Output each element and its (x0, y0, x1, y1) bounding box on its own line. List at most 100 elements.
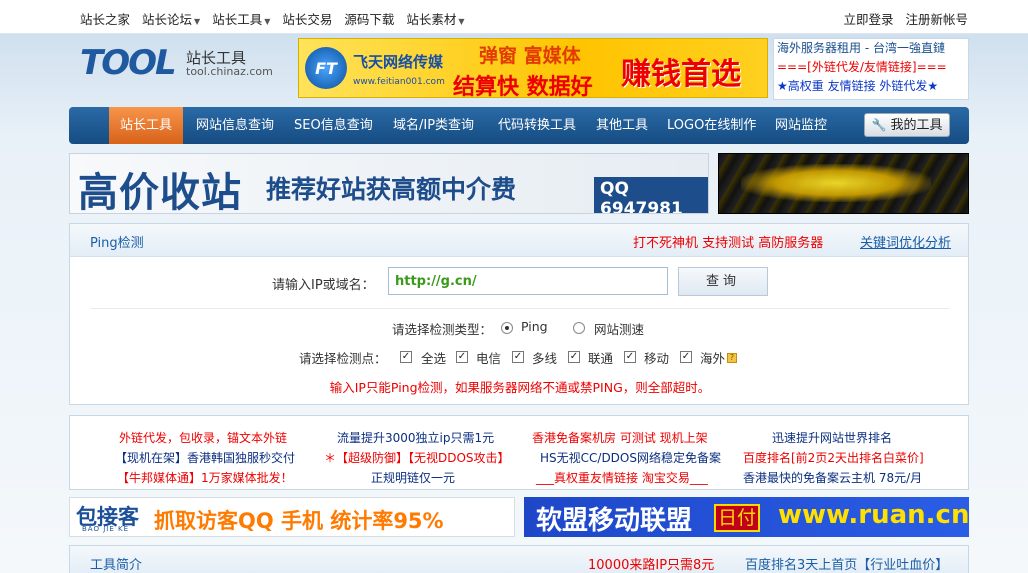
my-tools-button[interactable]: 🔧 我的工具 (864, 113, 950, 137)
logo-domain: tool.chinaz.com (186, 65, 273, 78)
text-ad-link[interactable]: 流量提升3000独立ip只需1元 (337, 429, 494, 446)
checkbox-telecom-label[interactable]: 电信 (476, 348, 501, 367)
text-ad-link[interactable]: 百度排名[前2页2天出排名白菜价] (743, 449, 924, 466)
text-ad-link[interactable]: 【现机在架】香港韩国独服秒交付 (115, 449, 295, 466)
checkbox-unicom-label[interactable]: 联通 (588, 348, 613, 367)
check-type-row: 请选择检测类型： Ping 网站测速 (70, 319, 970, 339)
top-nav-item-home[interactable]: 站长之家 (80, 9, 130, 28)
right-ad-line2[interactable]: ===[外链代发/友情链接]=== (774, 58, 968, 77)
divider (90, 308, 950, 309)
main-nav-item-tools[interactable]: 站长工具 (109, 107, 184, 144)
text-ad-link[interactable]: 香港免备案机房 可测试 现机上架 (532, 429, 708, 446)
caret-down-icon: ▼ (264, 17, 271, 26)
checkbox-overseas[interactable]: ✓ (680, 351, 692, 363)
top-nav-item-trade[interactable]: 站长交易 (282, 9, 332, 28)
main-nav-item-site-info[interactable]: 网站信息查询 (196, 107, 274, 144)
text-ad-link[interactable]: ＊【超级防御】【无视DDOS攻击】 (324, 449, 510, 466)
main-nav-item-logo[interactable]: LOGO在线制作 (667, 107, 756, 144)
radio-speed-label[interactable]: 网站测速 (594, 319, 644, 338)
site-logo[interactable]: TOOL 站长工具 tool.chinaz.com (80, 43, 280, 83)
radio-ping-label[interactable]: Ping (521, 319, 548, 334)
top-nav-label: 站长素材 (406, 12, 457, 27)
ping-panel-header: Ping检测 打不死神机 支持测试 高防服务器 关键词优化分析 (70, 224, 968, 257)
top-nav-item-source[interactable]: 源码下载 (344, 9, 394, 28)
banner-company: 飞天网络传媒 (353, 53, 444, 71)
right-ad-line3[interactable]: ★高权重 友情链接 外链代发★ (774, 77, 968, 96)
banner-contact: QQ 6947981 (594, 177, 708, 213)
check-points-label: 请选择检测点： (299, 351, 387, 366)
ping-note: 输入IP只能Ping检测，如果服务器网络不通或禁PING，则全部超时。 (329, 380, 711, 395)
ip-label: 请输入IP或域名： (272, 278, 375, 293)
main-nav-item-seo[interactable]: SEO信息查询 (294, 107, 373, 144)
top-nav-label: 站长交易 (282, 12, 333, 27)
top-nav-item-forum[interactable]: 站长论坛 ▼ (142, 9, 200, 28)
banner-ad-feitian[interactable]: FT 飞天网络传媒 www.feitian001.com 弹窗 富媒体 结算快 … (298, 38, 768, 98)
ruanmeng-url: www.ruan.cn (778, 500, 969, 530)
ping-panel: Ping检测 打不死神机 支持测试 高防服务器 关键词优化分析 请输入IP或域名… (69, 223, 969, 405)
ip-input-row: 请输入IP或域名： 查询 (70, 267, 970, 297)
top-nav-item-assets[interactable]: 站长素材 ▼ (406, 9, 464, 28)
top-bar: 站长之家 站长论坛 ▼ 站长工具 ▼ 站长交易 源码下载 站长素材 ▼ 立即登录 注册… (0, 0, 1028, 34)
intro-panel-ad-link[interactable]: 10000来路IP只需8元 (588, 554, 714, 573)
query-button[interactable]: 查询 (678, 267, 768, 296)
ruanmeng-name: 软盟移动联盟 (536, 506, 693, 536)
login-link[interactable]: 立即登录 (843, 9, 893, 28)
right-ad-line1[interactable]: 海外服务器租用 - 台湾一強直鏈 (774, 39, 968, 58)
keyword-analysis-link[interactable]: 关键词优化分析 (860, 232, 951, 251)
text-ad-grid: 外链代发，包收录，锚文本外链 流量提升3000独立ip只需1元 香港免备案机房 … (69, 415, 969, 490)
caret-down-icon: ▼ (458, 17, 465, 26)
text-ad-link[interactable]: 【牛邦媒体通】1万家媒体批发！ (117, 469, 293, 486)
ad-ruanmeng[interactable]: 软盟移动联盟 日付 www.ruan.cn (524, 497, 969, 537)
banner-glow-graphic (741, 164, 931, 202)
banner-url: www.feitian001.com (353, 77, 445, 87)
checkbox-telecom[interactable]: ✓ (456, 351, 468, 363)
text-ad-link[interactable]: HS无视CC/DDOS网络稳定免备案 (540, 449, 721, 466)
register-link[interactable]: 注册新帐号 (905, 9, 968, 28)
checkbox-unicom[interactable]: ✓ (568, 351, 580, 363)
radio-speed[interactable] (573, 322, 585, 334)
wrench-icon: 🔧 (871, 118, 887, 132)
checkbox-overseas-label[interactable]: 海外 (700, 348, 725, 367)
my-tools-label: 我的工具 (890, 118, 943, 133)
main-nav-item-code[interactable]: 代码转换工具 (498, 107, 576, 144)
top-nav-label: 源码下载 (344, 12, 395, 27)
checkbox-all[interactable]: ✓ (400, 351, 412, 363)
text-ad-link[interactable]: ___真权重友情链接 淘宝交易___ (536, 469, 708, 486)
banner-line2: 结算快 数据好 (453, 75, 593, 98)
panel-ad-link[interactable]: 打不死神机 支持测试 高防服务器 (633, 232, 823, 251)
text-ad-link[interactable]: 香港最快的免备案云主机 78元/月 (743, 469, 922, 486)
top-nav: 站长之家 站长论坛 ▼ 站长工具 ▼ 站长交易 源码下载 站长素材 ▼ (80, 9, 477, 28)
ad-baojieke[interactable]: 包接客 BAO JIE KE 抓取访客QQ 手机 统计率95% (69, 497, 515, 537)
radio-ping[interactable] (501, 322, 513, 334)
ip-input[interactable] (388, 267, 668, 295)
banner-dark-ad[interactable] (718, 153, 969, 214)
text-ad-link[interactable]: 迅速提升网站世界排名 (772, 429, 892, 446)
main-nav-item-other[interactable]: 其他工具 (596, 107, 648, 144)
top-nav-label: 站长工具 (212, 12, 263, 27)
checkbox-all-label[interactable]: 全选 (421, 348, 446, 367)
text-ad-link[interactable]: 外链代发，包收录，锚文本外链 (119, 429, 287, 446)
intro-panel-header: 工具简介 10000来路IP只需8元 百度排名3天上首页【行业吐血价】 (69, 545, 969, 573)
checkbox-mobile-label[interactable]: 移动 (644, 348, 669, 367)
top-nav-item-tools[interactable]: 站长工具 ▼ (212, 9, 270, 28)
top-nav-label: 站长之家 (80, 12, 131, 27)
banner-line1: 弹窗 富媒体 (479, 45, 581, 67)
check-points-row: 请选择检测点： ✓ 全选 ✓ 电信 ✓ 多线 ✓ 联通 ✓ 移动 ✓ 海外 ? (70, 348, 970, 368)
checkbox-mobile[interactable]: ✓ (624, 351, 636, 363)
check-type-label: 请选择检测类型： (392, 322, 493, 337)
checkbox-multiline-label[interactable]: 多线 (532, 348, 557, 367)
ruanmeng-badge: 日付 (714, 504, 761, 532)
help-icon[interactable]: ? (727, 353, 737, 363)
baojieke-slogan: 抓取访客QQ 手机 统计率95% (154, 509, 444, 533)
checkbox-multiline[interactable]: ✓ (512, 351, 524, 363)
logo-brand: TOOL (80, 43, 177, 83)
top-nav-label: 站长论坛 (142, 12, 193, 27)
main-nav-item-monitor[interactable]: 网站监控 (775, 107, 827, 144)
text-ad-link[interactable]: 正规明链仅一元 (371, 469, 455, 486)
main-nav-item-domain-ip[interactable]: 域名/IP类查询 (393, 107, 474, 144)
banner-headline: 赚钱首选 (621, 57, 741, 92)
banner-buy-sites[interactable]: 高价收站 推荐好站获高额中介费 QQ 6947981 (69, 153, 709, 214)
intro-panel-link[interactable]: 百度排名3天上首页【行业吐血价】 (745, 554, 948, 573)
main-nav: 站长工具 网站信息查询 SEO信息查询 域名/IP类查询 代码转换工具 其他工具… (69, 107, 969, 144)
intro-panel-title: 工具简介 (90, 558, 143, 573)
